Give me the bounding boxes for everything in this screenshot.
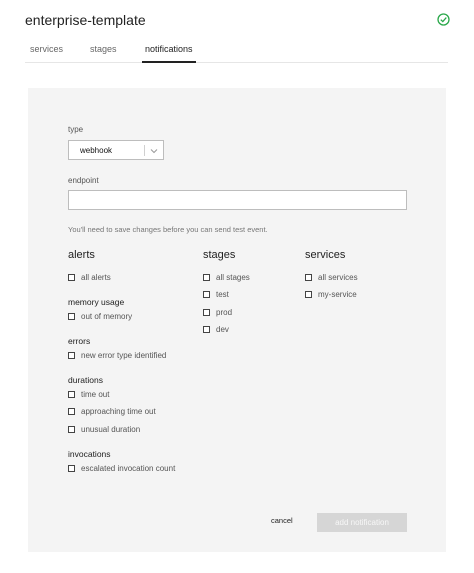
type-select-value: webhook bbox=[80, 146, 113, 155]
tab-stages[interactable]: stages bbox=[90, 44, 117, 63]
checkbox-icon bbox=[68, 391, 75, 398]
add-notification-button[interactable]: add notification bbox=[317, 513, 407, 532]
checkbox-icon bbox=[68, 465, 75, 472]
notification-form-panel: type webhook endpoint You'll need to sav… bbox=[28, 88, 446, 552]
endpoint-label: endpoint bbox=[68, 176, 99, 185]
checkbox-icon bbox=[68, 274, 75, 281]
cancel-button[interactable]: cancel bbox=[271, 516, 293, 525]
check-circle-icon bbox=[437, 13, 450, 26]
type-select[interactable]: webhook bbox=[68, 140, 164, 160]
tab-notifications[interactable]: notifications bbox=[142, 44, 196, 63]
checkbox-icon bbox=[305, 291, 312, 298]
tab-bar: services stages notifications bbox=[25, 44, 448, 63]
checkbox-icon bbox=[203, 309, 210, 316]
chevron-down-icon bbox=[150, 149, 158, 154]
memory-usage-heading: memory usage bbox=[68, 297, 125, 307]
durations-heading: durations bbox=[68, 375, 103, 385]
checkbox-icon bbox=[203, 274, 210, 281]
checkbox-icon bbox=[68, 313, 75, 320]
stages-heading: stages bbox=[203, 249, 236, 261]
checkbox-icon bbox=[203, 326, 210, 333]
select-divider bbox=[144, 145, 145, 156]
alerts-heading: alerts bbox=[68, 249, 95, 261]
type-label: type bbox=[68, 125, 84, 134]
invocations-heading: invocations bbox=[68, 449, 111, 459]
checkbox-icon bbox=[68, 426, 75, 433]
tab-services[interactable]: services bbox=[30, 44, 63, 63]
page-title: enterprise-template bbox=[25, 12, 146, 28]
checkbox-icon bbox=[305, 274, 312, 281]
endpoint-input[interactable] bbox=[68, 190, 407, 210]
checkbox-icon bbox=[68, 352, 75, 359]
checkbox-icon bbox=[68, 408, 75, 415]
checkbox-icon bbox=[203, 291, 210, 298]
services-heading: services bbox=[305, 249, 346, 261]
save-hint: You'll need to save changes before you c… bbox=[68, 225, 268, 234]
errors-heading: errors bbox=[68, 336, 91, 346]
